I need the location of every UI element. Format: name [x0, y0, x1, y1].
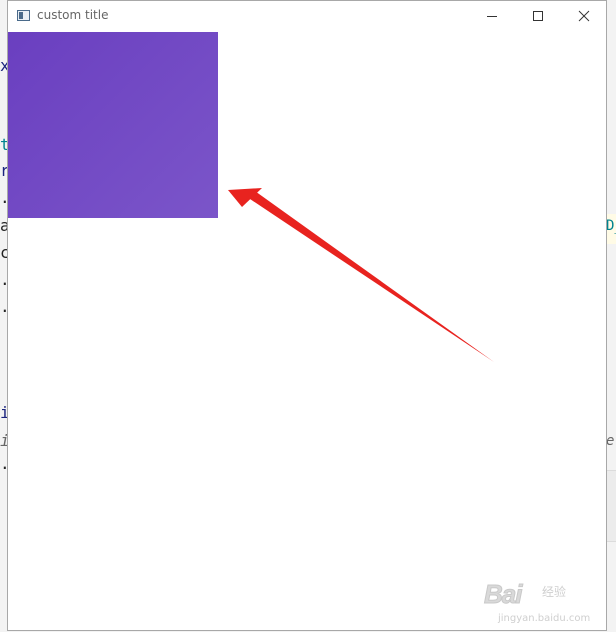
desktop-background: x t r . a c . . i i . D_ e custom title: [0, 0, 616, 639]
close-button[interactable]: [561, 1, 606, 31]
background-code-fragment: D_: [606, 218, 616, 234]
watermark-logo-suffix: 经验: [542, 585, 567, 599]
close-icon: [578, 10, 590, 22]
window-titlebar[interactable]: custom title: [8, 1, 606, 31]
watermark: Bai 经验 jingyan.baidu.com: [483, 575, 604, 631]
window-title: custom title: [37, 8, 109, 22]
minimize-icon: [487, 16, 497, 17]
background-code-fragment: e: [606, 433, 615, 449]
watermark-url: jingyan.baidu.com: [498, 613, 591, 624]
watermark-logo: Bai: [483, 579, 522, 610]
minimize-button[interactable]: [469, 1, 515, 31]
purple-gradient-widget: [8, 32, 218, 218]
maximize-button[interactable]: [515, 1, 561, 31]
app-window: custom title: [7, 0, 607, 631]
maximize-icon: [533, 11, 543, 21]
app-icon: [17, 10, 30, 21]
background-strip: [0, 632, 616, 639]
